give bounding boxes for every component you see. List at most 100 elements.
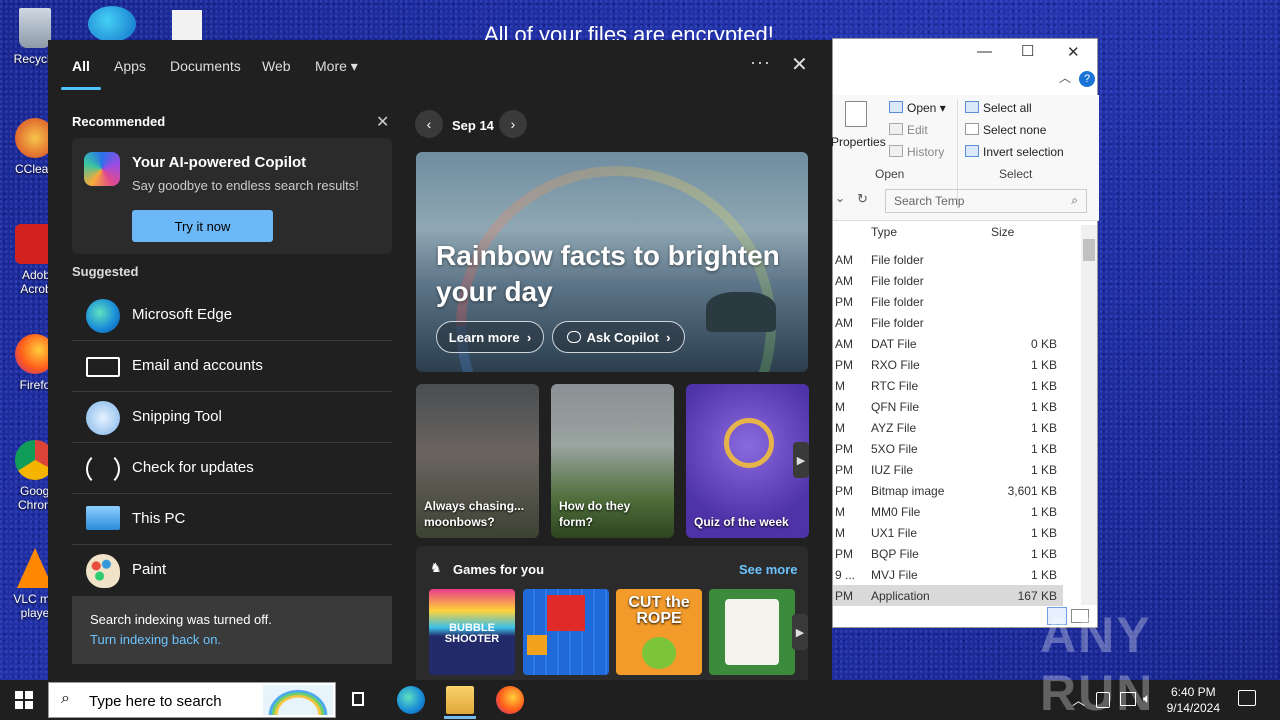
hero-card[interactable]: Rainbow facts to brighten your day Learn… xyxy=(416,152,808,372)
file-row[interactable]: M MM0 File 1 KB xyxy=(833,501,1063,522)
open-button[interactable]: Open ▾ xyxy=(889,101,946,115)
suggested-item-this-pc[interactable]: This PC xyxy=(72,494,392,545)
tab-documents[interactable]: Documents xyxy=(170,58,241,74)
edit-button[interactable]: Edit xyxy=(889,123,928,137)
suggested-item-label: Snipping Tool xyxy=(132,408,222,425)
suggested-item-check-for-updates[interactable]: Check for updates xyxy=(72,443,392,494)
file-row[interactable]: M AYZ File 1 KB xyxy=(833,417,1063,438)
suggested-title: Suggested xyxy=(72,264,139,279)
tile-quiz-of-the-week[interactable]: Quiz of the week xyxy=(686,384,809,538)
file-row[interactable]: AM DAT File 0 KB xyxy=(833,333,1063,354)
firefox-taskbar-icon[interactable] xyxy=(496,686,524,714)
file-type: QFN File xyxy=(871,400,919,414)
close-icon[interactable]: ✕ xyxy=(791,52,808,77)
file-row[interactable]: PM IUZ File 1 KB xyxy=(833,459,1063,480)
vertical-scrollbar[interactable] xyxy=(1081,225,1097,605)
tile-how-do-they-form[interactable]: How do they form? xyxy=(551,384,674,538)
game-blocks[interactable] xyxy=(523,589,609,675)
windows-start-icon[interactable] xyxy=(15,691,33,709)
file-type: DAT File xyxy=(871,337,917,351)
select-none-button[interactable]: Select none xyxy=(965,123,1046,137)
file-modified-time: PM xyxy=(835,295,853,309)
taskbar-search-box[interactable]: ⌕ Type here to search xyxy=(48,682,336,718)
ask-copilot-button[interactable]: Ask Copilot › xyxy=(552,321,685,353)
suggested-item-email-and-accounts[interactable]: Email and accounts xyxy=(72,341,392,392)
tab-apps[interactable]: Apps xyxy=(114,58,146,74)
properties-icon[interactable] xyxy=(845,101,867,127)
file-type: File folder xyxy=(871,274,924,288)
turn-indexing-on-link[interactable]: Turn indexing back on. xyxy=(90,632,221,647)
file-row[interactable]: PM BQP File 1 KB xyxy=(833,543,1063,564)
file-row[interactable]: AM File folder xyxy=(833,270,1063,291)
ribbon-collapse-icon[interactable]: ︿ xyxy=(1059,69,1071,86)
suggested-item-microsoft-edge[interactable]: Microsoft Edge xyxy=(72,290,392,341)
tab-all[interactable]: All xyxy=(72,58,90,74)
file-row[interactable]: PM File folder xyxy=(833,291,1063,312)
next-day-button[interactable]: › xyxy=(499,110,527,138)
edge-desktop-icon[interactable] xyxy=(88,6,136,42)
file-explorer-window[interactable]: — ☐ ✕ ︿ ? Properties Open ▾ Edit History… xyxy=(831,38,1099,628)
minimize-icon[interactable]: — xyxy=(977,43,992,60)
search-temp-input[interactable]: Search Temp ⌕ xyxy=(885,189,1087,213)
file-row[interactable]: 9 ... MVJ File 1 KB xyxy=(833,564,1063,585)
indexing-notice: Search indexing was turned off. Turn ind… xyxy=(72,596,392,664)
file-type: File folder xyxy=(871,316,924,330)
tab-web[interactable]: Web xyxy=(262,58,291,74)
try-it-now-button[interactable]: Try it now xyxy=(132,210,273,242)
game-bubble-shooter[interactable]: BUBBLE SHOOTER xyxy=(429,589,515,675)
file-row[interactable]: PM 5XO File 1 KB xyxy=(833,438,1063,459)
tile-moonbows[interactable]: Always chasing... moonbows? xyxy=(416,384,539,538)
open-label: Open xyxy=(907,101,937,115)
tiles-next-button[interactable]: ▶ xyxy=(793,442,809,478)
games-next-button[interactable]: ▶ xyxy=(792,614,808,650)
tab-more[interactable]: More ▾ xyxy=(315,58,358,75)
file-row[interactable]: M UX1 File 1 KB xyxy=(833,522,1063,543)
suggested-item-snipping-tool[interactable]: Snipping Tool xyxy=(72,392,392,443)
taskbar-search-placeholder: Type here to search xyxy=(89,693,222,710)
column-header-type[interactable]: Type xyxy=(871,225,897,239)
see-more-link[interactable]: See more xyxy=(739,562,798,577)
file-row[interactable]: M QFN File 1 KB xyxy=(833,396,1063,417)
highlights-date: Sep 14 xyxy=(452,118,494,133)
edit-label: Edit xyxy=(907,123,928,137)
ask-copilot-label: Ask Copilot xyxy=(586,329,659,345)
edge-taskbar-icon[interactable] xyxy=(397,686,425,714)
file-row[interactable]: PM Application 167 KB xyxy=(833,585,1063,606)
dismiss-recommended-icon[interactable]: ✕ xyxy=(376,112,389,132)
gamepad-icon: ♞ xyxy=(430,560,442,575)
previous-day-button[interactable]: ‹ xyxy=(415,110,443,138)
file-explorer-taskbar-icon[interactable] xyxy=(446,686,474,714)
close-icon[interactable]: ✕ xyxy=(1067,43,1080,61)
file-row[interactable]: PM Bitmap image 3,601 KB xyxy=(833,480,1063,501)
task-view-icon[interactable] xyxy=(346,686,374,714)
file-desktop-icon[interactable] xyxy=(172,10,202,40)
copilot-card-title: Your AI-powered Copilot xyxy=(132,154,307,171)
file-row[interactable]: AM File folder xyxy=(833,312,1063,333)
suggested-item-paint[interactable]: Paint xyxy=(72,545,392,596)
file-modified-time: PM xyxy=(835,589,853,603)
file-size: 1 KB xyxy=(1030,442,1057,456)
ellipsis-icon[interactable]: ··· xyxy=(750,52,771,73)
search-highlight-rainbow-icon xyxy=(263,685,333,715)
history-button[interactable]: History xyxy=(889,145,944,159)
address-dropdown-icon[interactable]: ⌄ xyxy=(835,191,845,205)
maximize-icon[interactable]: ☐ xyxy=(1021,42,1034,60)
chevron-right-icon: › xyxy=(526,329,532,345)
select-all-button[interactable]: Select all xyxy=(965,101,1032,115)
file-row[interactable]: AM File folder xyxy=(833,249,1063,270)
suggested-item-label: Check for updates xyxy=(132,459,254,476)
refresh-icon[interactable]: ↻ xyxy=(857,191,868,207)
help-icon[interactable]: ? xyxy=(1079,71,1095,87)
chevron-right-icon: › xyxy=(510,116,516,132)
history-label: History xyxy=(907,145,945,159)
game-cut-the-rope[interactable]: CUT the ROPE xyxy=(616,589,702,675)
copilot-card[interactable]: Your AI-powered Copilot Say goodbye to e… xyxy=(72,138,392,254)
learn-more-button[interactable]: Learn more › xyxy=(436,321,544,353)
invert-selection-button[interactable]: Invert selection xyxy=(965,145,1064,159)
scrollbar-thumb[interactable] xyxy=(1083,239,1095,261)
column-header-size[interactable]: Size xyxy=(991,225,1014,239)
properties-button[interactable]: Properties xyxy=(831,135,886,149)
file-row[interactable]: PM RXO File 1 KB xyxy=(833,354,1063,375)
file-row[interactable]: M RTC File 1 KB xyxy=(833,375,1063,396)
game-mahjong[interactable] xyxy=(709,589,795,675)
